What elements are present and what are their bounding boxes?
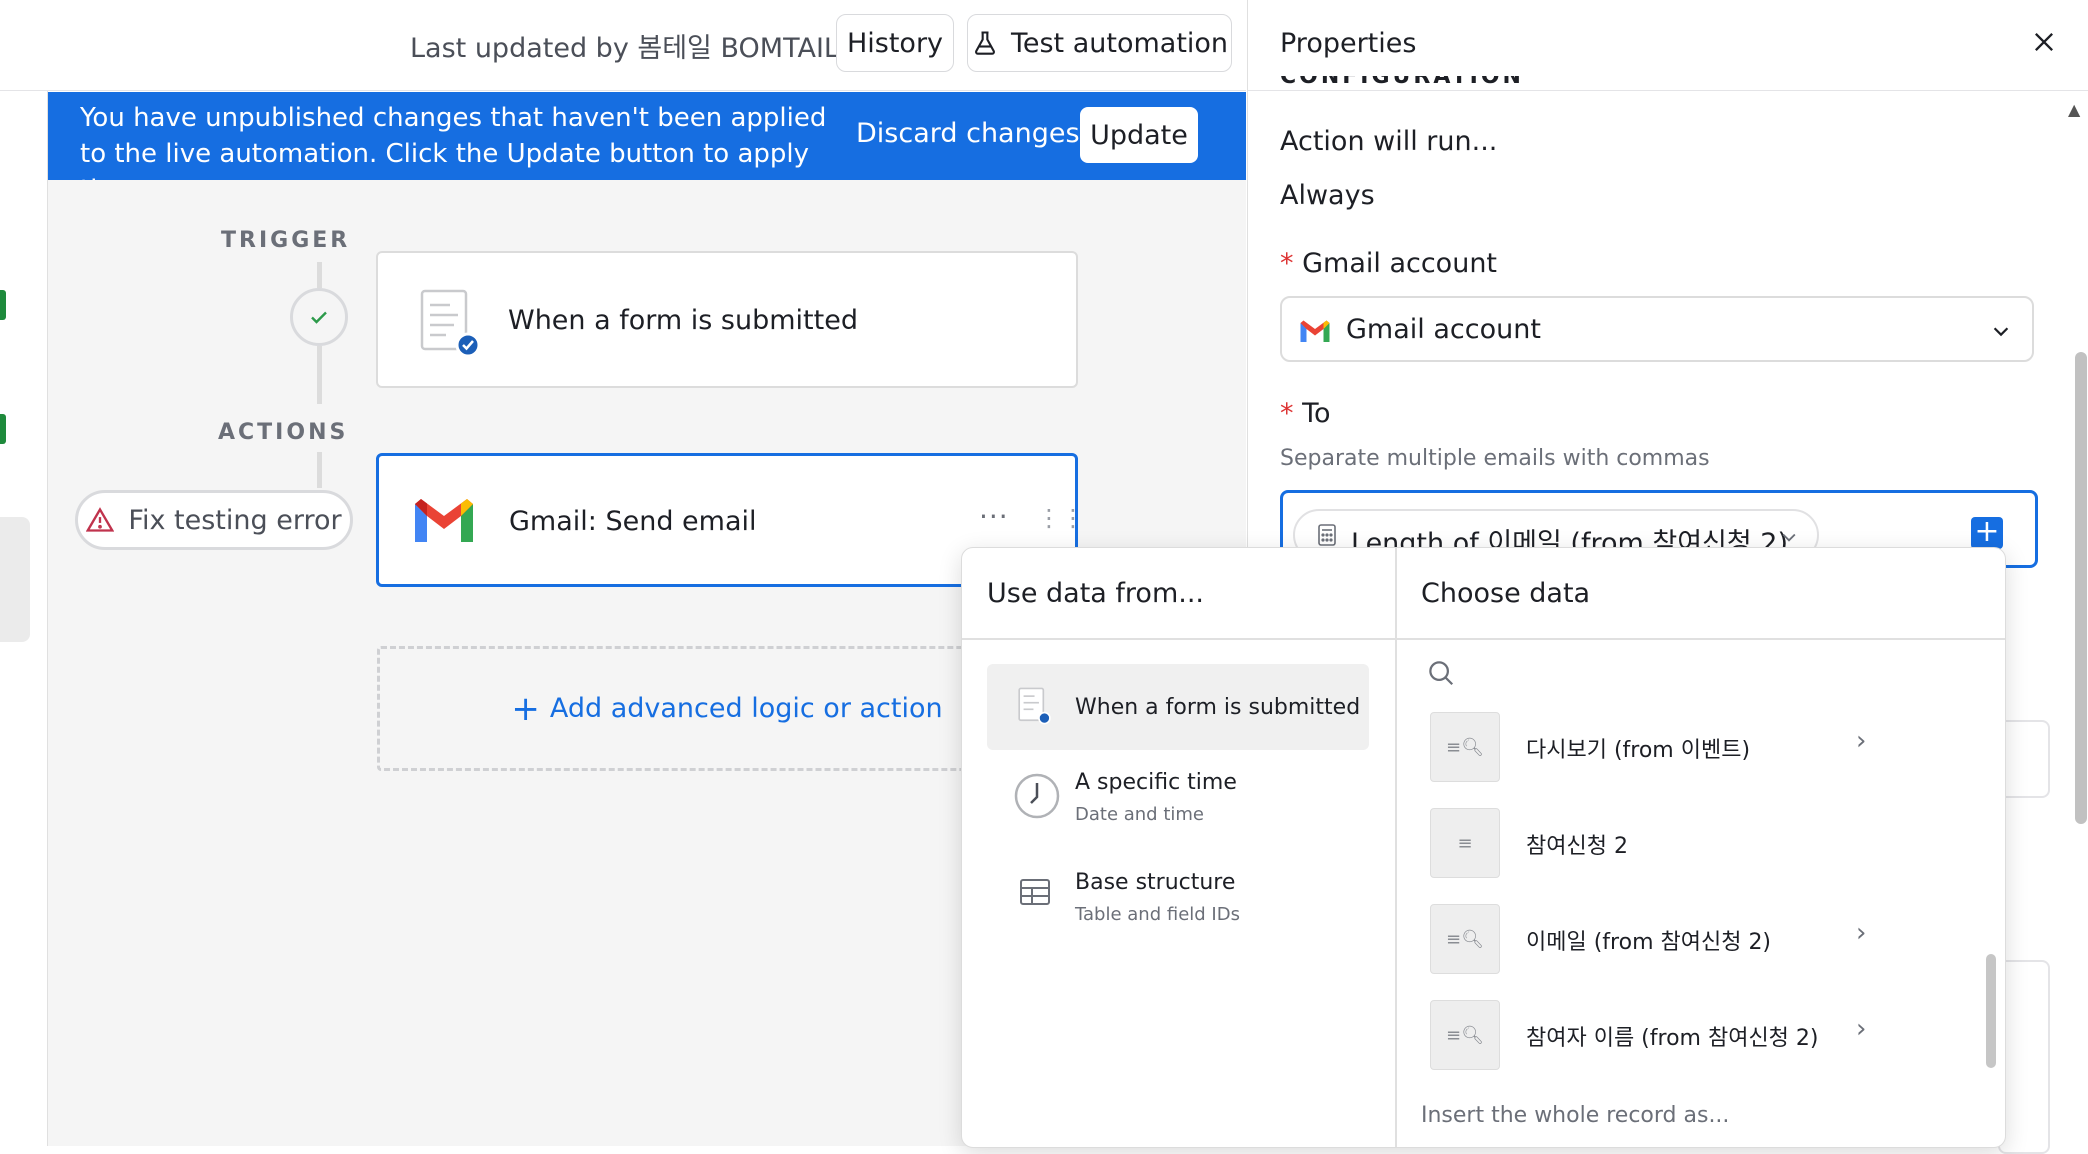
top-header: Last updated by 봄테일 BOMTAIL History Test…: [0, 0, 1246, 91]
discard-changes-button[interactable]: Discard changes: [856, 118, 1080, 149]
trigger-card[interactable]: When a form is submitted: [376, 251, 1078, 388]
trigger-section-label: TRIGGER: [221, 228, 351, 253]
connector-line: [317, 262, 322, 288]
lookup-icon: ≡🔍︎: [1430, 1000, 1500, 1070]
panel-scrollbar[interactable]: [2075, 352, 2087, 824]
table-icon: [1020, 879, 1050, 905]
gmail-icon: [1300, 320, 1330, 342]
calculator-icon: [1318, 524, 1336, 546]
lookup-icon: ≡🔍︎: [1430, 904, 1500, 974]
connector-line: [317, 452, 322, 488]
test-automation-label: Test automation: [1010, 27, 1229, 59]
source-item-title: A specific time: [1075, 770, 1237, 795]
gmail-icon: [415, 499, 473, 542]
sidebar-highlight: [0, 517, 30, 642]
plus-icon: +: [511, 688, 540, 729]
panel-title: Properties: [1280, 28, 1417, 59]
more-options-icon[interactable]: ···: [979, 500, 1009, 533]
source-item-form[interactable]: When a form is submitted: [987, 664, 1369, 750]
actions-section-label: ACTIONS: [218, 420, 349, 445]
scroll-up-icon[interactable]: ▲: [2068, 100, 2080, 119]
configuration-heading: CONFIGURATION: [1280, 76, 1524, 89]
popover-scrollbar[interactable]: [1986, 954, 1996, 1068]
data-item-label: 참여신청 2: [1526, 834, 1628, 859]
trigger-card-label: When a form is submitted: [508, 305, 858, 336]
source-item-subtitle: Table and field IDs: [1075, 904, 1240, 925]
check-icon: [311, 311, 327, 324]
data-item-label: 이메일 (from 참여신청 2): [1526, 930, 1772, 955]
form-icon: [1018, 687, 1051, 725]
update-button[interactable]: Update: [1080, 107, 1198, 163]
data-item-label: 참여자 이름 (from 참여신청 2): [1526, 1026, 1819, 1051]
last-updated-text: Last updated by 봄테일 BOMTAIL: [410, 33, 839, 64]
history-button[interactable]: History: [836, 14, 954, 72]
link-icon: ≡: [1430, 808, 1500, 878]
test-automation-button[interactable]: Test automation: [967, 14, 1232, 72]
gmail-account-select[interactable]: Gmail account: [1280, 296, 2034, 362]
search-icon: [1429, 661, 1454, 686]
status-indicator: [0, 414, 6, 444]
trigger-status-check: [290, 288, 348, 346]
source-item-title: When a form is submitted: [1075, 695, 1361, 720]
to-help-text: Separate multiple emails with commas: [1280, 446, 1710, 471]
status-indicator: [0, 290, 6, 320]
data-picker-popover: Use data from... Choose data When a form…: [961, 547, 2006, 1148]
connector-line: [317, 346, 322, 404]
clock-icon: [1014, 773, 1060, 819]
add-advanced-logic-label: Add advanced logic or action: [549, 693, 943, 724]
data-item[interactable]: ≡ 참여신청 2: [1396, 808, 1956, 884]
run-condition-label: Action will run...: [1280, 126, 1498, 157]
data-item[interactable]: ≡🔍︎ 참여자 이름 (from 참여신청 2) ›: [1396, 1000, 1956, 1076]
form-icon: [420, 289, 480, 358]
required-mark: *: [1280, 398, 1294, 429]
chevron-right-icon: ›: [1856, 918, 1867, 948]
source-item-title: Base structure: [1075, 870, 1236, 895]
drag-handle-icon[interactable]: ⋮⋮: [1037, 504, 1085, 532]
data-search-input[interactable]: [1396, 640, 2005, 704]
data-item[interactable]: ≡🔍︎ 다시보기 (from 이벤트) ›: [1396, 712, 1956, 788]
fix-testing-error-label: Fix testing error: [128, 504, 342, 536]
data-item-label: 다시보기 (from 이벤트): [1526, 738, 1751, 763]
chevron-right-icon: ›: [1856, 1014, 1867, 1044]
data-item[interactable]: ≡🔍︎ 이메일 (from 참여신청 2) ›: [1396, 904, 1956, 980]
flask-icon: [974, 31, 995, 55]
gmail-account-label: * Gmail account: [1280, 248, 1497, 279]
required-mark: *: [1280, 248, 1294, 279]
unpublished-banner: You have unpublished changes that haven'…: [48, 92, 1246, 205]
source-item-base-structure[interactable]: Base structure Table and field IDs: [987, 860, 1369, 946]
use-data-title: Use data from...: [987, 578, 1205, 609]
chevron-down-icon: [1993, 327, 2009, 337]
fix-testing-error-button[interactable]: Fix testing error: [75, 490, 353, 550]
choose-data-title: Choose data: [1421, 578, 1591, 609]
action-card-label: Gmail: Send email: [509, 506, 757, 537]
warning-icon: [86, 507, 115, 532]
run-condition-value[interactable]: Always: [1280, 180, 1375, 211]
gmail-account-label-text: Gmail account: [1302, 248, 1498, 279]
add-token-button[interactable]: +: [1971, 517, 2003, 549]
insert-whole-record-option[interactable]: Insert the whole record as...: [1421, 1103, 1729, 1128]
to-label: * To: [1280, 398, 1331, 429]
gmail-account-value: Gmail account: [1346, 314, 1541, 345]
source-item-subtitle: Date and time: [1075, 804, 1204, 825]
lookup-icon: ≡🔍︎: [1430, 712, 1500, 782]
chevron-down-icon: [1782, 533, 1796, 542]
source-item-time[interactable]: A specific time Date and time: [987, 760, 1369, 846]
chevron-right-icon: ›: [1856, 726, 1867, 756]
close-icon[interactable]: [2024, 22, 2064, 62]
to-label-text: To: [1302, 398, 1331, 429]
